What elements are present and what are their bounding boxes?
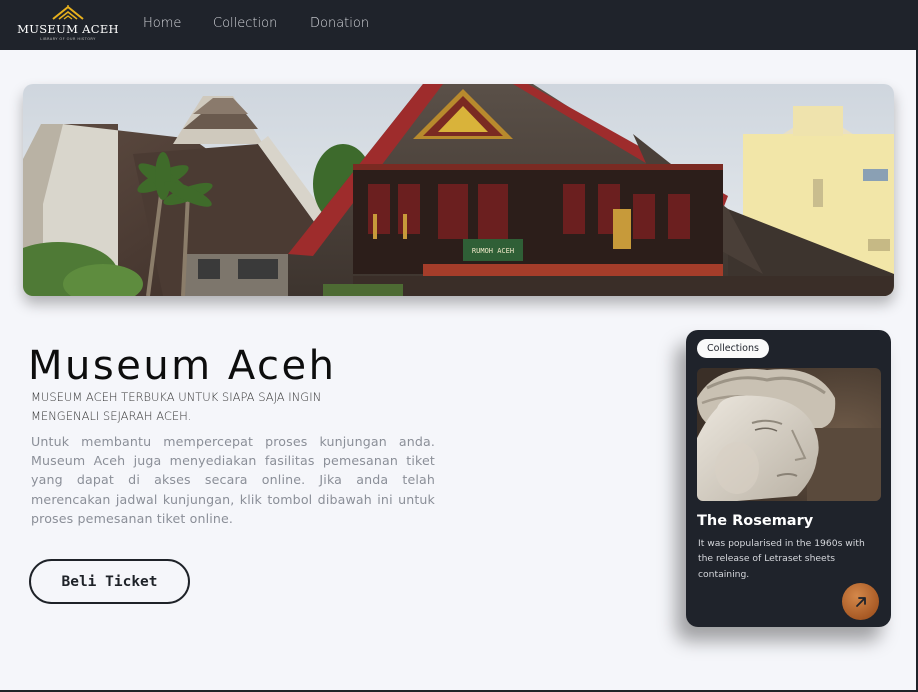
hero-banner-image: RUMOH ACEH bbox=[23, 84, 894, 296]
logo-roof-icon bbox=[52, 5, 84, 20]
nav-link-home[interactable]: Home bbox=[143, 16, 181, 31]
arrow-up-right-icon bbox=[855, 596, 866, 607]
collection-card[interactable]: Collections The Rosemary It was populari… bbox=[686, 330, 891, 627]
navbar: MUSEUM ACEH LIBRARY OF OUR HISTORY Home … bbox=[0, 0, 918, 50]
logo-tagline: LIBRARY OF OUR HISTORY bbox=[40, 37, 96, 41]
card-statue-image bbox=[697, 368, 881, 501]
card-badge: Collections bbox=[697, 339, 769, 358]
card-arrow-button[interactable] bbox=[842, 583, 879, 620]
card-title: The Rosemary bbox=[697, 513, 814, 529]
card-text: It was popularised in the 1960s with the… bbox=[698, 538, 865, 580]
logo-name: MUSEUM ACEH bbox=[17, 22, 119, 36]
logo[interactable]: MUSEUM ACEH LIBRARY OF OUR HISTORY bbox=[17, 5, 119, 47]
page-subtitle: MUSEUM ACEH TERBUKA UNTUK SIAPA SAJA ING… bbox=[31, 390, 322, 423]
nav-link-collection[interactable]: Collection bbox=[213, 16, 277, 31]
page-description: Untuk membantu mempercepat proses kunjun… bbox=[31, 434, 435, 526]
page-title: Museum Aceh bbox=[28, 343, 337, 389]
hero-sign-text: RUMOH ACEH bbox=[472, 247, 514, 255]
nav-link-donation[interactable]: Donation bbox=[310, 16, 369, 31]
buy-ticket-button[interactable]: Beli Ticket bbox=[29, 559, 190, 604]
